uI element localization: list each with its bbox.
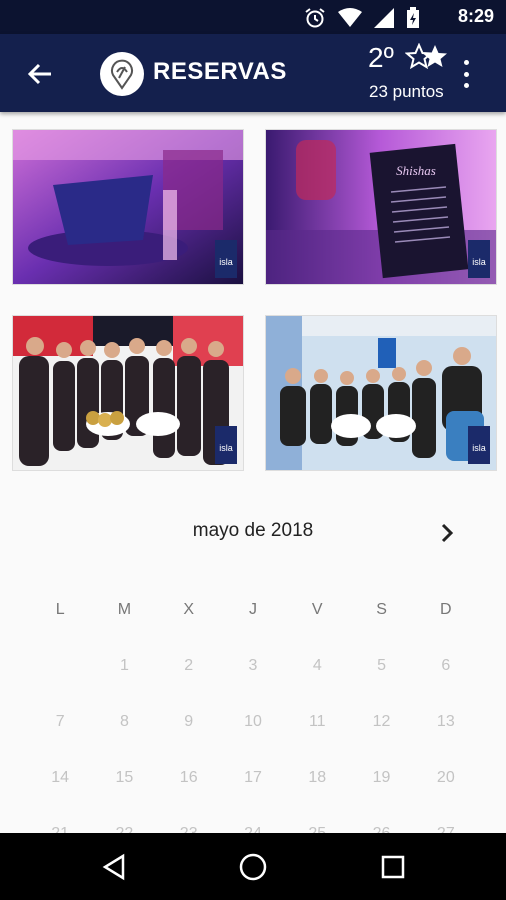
calendar-day[interactable]: 1 [92,657,156,675]
weekday-label: V [311,601,323,618]
photo-group-women[interactable]: isla [12,315,244,471]
calendar-day[interactable]: 2 [157,657,221,675]
next-month-button[interactable] [433,519,461,547]
rank-label: 2º [368,42,394,73]
calendar-day[interactable]: 5 [349,657,413,675]
photo-watermark: isla [219,443,233,453]
menu-card-title: Shishas [396,163,436,178]
calendar-week: 7 8 9 10 11 12 13 [28,694,478,750]
photo-watermark: isla [219,257,233,267]
system-nav-bar [0,833,506,900]
calendar-day[interactable]: 3 [221,657,285,675]
calendar-day[interactable]: 10 [221,713,285,731]
calendar-day[interactable]: 13 [414,713,478,731]
weekday-header: L M X J V S D [28,582,478,638]
calendar-grid: L M X J V S D 1 2 3 4 5 6 7 8 9 10 11 12… [28,582,478,862]
menu-dot-icon [463,60,469,65]
calendar-day[interactable]: 12 [349,713,413,731]
calendar-day[interactable]: 9 [157,713,221,731]
photo-watermark: isla [472,257,486,267]
alarm-icon [305,8,325,28]
status-icons [304,7,420,29]
weekday-label: J [248,601,257,618]
signal-icon [374,8,394,28]
calendar-day[interactable]: 15 [92,769,156,787]
calendar-day[interactable]: 4 [285,657,349,675]
calendar-day[interactable]: 8 [92,713,156,731]
back-triangle-icon [102,853,125,881]
calendar-day[interactable]: 18 [285,769,349,787]
menu-dot-icon [463,71,469,77]
points-label: 23 puntos [369,82,444,101]
calendar-day[interactable]: 17 [221,769,285,787]
calendar-day[interactable]: 11 [285,713,349,731]
calendar-day[interactable]: 16 [157,769,221,787]
weekday-label: L [55,601,65,618]
calendar-day[interactable]: 14 [28,769,92,787]
nav-back-button[interactable] [97,850,131,884]
weekday-label: D [440,601,452,618]
stars-icon [405,43,447,70]
weekday-label: X [183,601,195,618]
nav-home-button[interactable] [236,850,270,884]
status-bar: 8:29 [0,0,506,34]
calendar-week: 14 15 16 17 18 19 20 [28,750,478,806]
back-button[interactable] [20,56,60,92]
calendar-day[interactable]: 7 [28,713,92,731]
wifi-icon [338,8,362,27]
menu-dot-icon [463,83,469,88]
app-logo [100,52,144,96]
calendar-week: 1 2 3 4 5 6 [28,638,478,694]
recents-square-icon [381,855,405,879]
calendar-day[interactable]: 19 [349,769,413,787]
nav-recents-button[interactable] [376,850,410,884]
photo-bar-lounge[interactable]: isla [12,129,244,285]
arrow-left-icon [27,63,51,85]
calendar-day[interactable]: 6 [414,657,478,675]
weekday-label: S [376,601,387,618]
weekday-label: M [117,601,132,618]
photo-menu-card[interactable]: Shishas isla [265,129,497,285]
overflow-menu-button[interactable] [456,60,476,88]
calendar-month-label: mayo de 2018 [192,520,314,541]
chevron-right-icon [441,523,454,543]
photo-group-seated[interactable]: isla [265,315,497,471]
status-time: 8:29 [457,6,494,26]
calendar-day[interactable]: 20 [414,769,478,787]
location-pin-icon [111,59,133,90]
photo-watermark: isla [472,443,486,453]
home-circle-icon [239,853,267,881]
battery-icon [407,7,419,28]
app-bar: RESERVAS 2º 23 puntos [0,34,506,112]
page-title: RESERVAS [153,58,287,85]
